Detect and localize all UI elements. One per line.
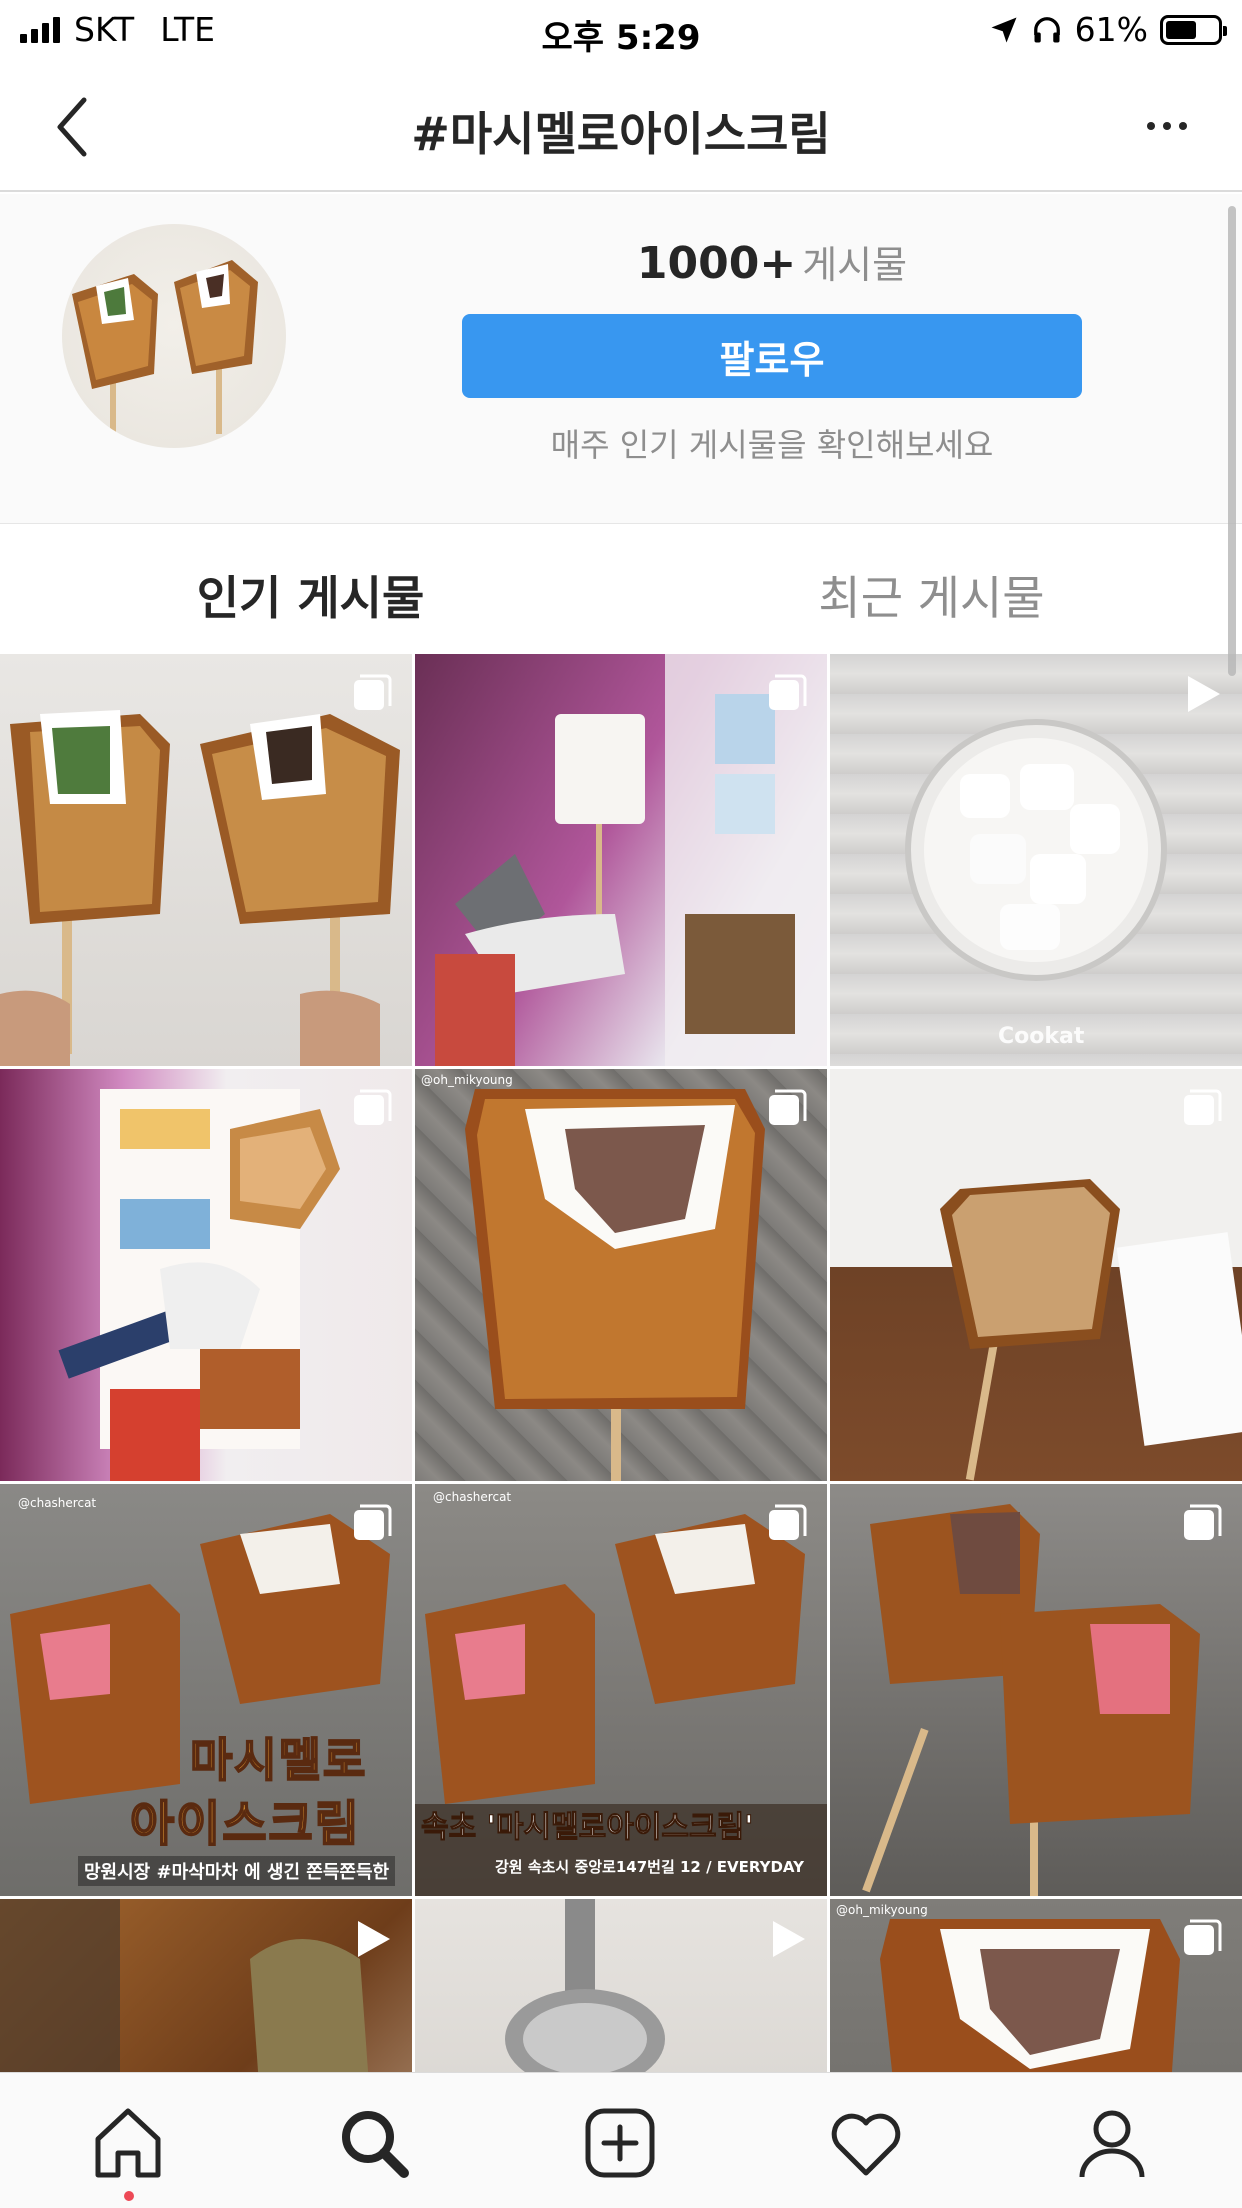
profile-icon[interactable] <box>1072 2103 1152 2183</box>
battery-icon <box>1160 14 1227 45</box>
post-tabs: 인기 게시물 최근 게시물 <box>0 524 1242 654</box>
video-icon <box>773 1921 805 1957</box>
status-right: 61% <box>989 10 1227 49</box>
multiple-icon <box>354 674 392 710</box>
new-post-icon[interactable] <box>580 2103 660 2183</box>
watermark: @oh_mikyoung <box>836 1903 928 1917</box>
post-caption-title: 속초 '마시멜로아이스크림' <box>420 1810 754 1846</box>
post-thumbnail[interactable]: @oh_mikyoung <box>830 1899 1242 2072</box>
post-thumbnail[interactable]: @oh_mikyoung <box>415 1069 827 1481</box>
tab-recent-posts[interactable]: 최근 게시물 <box>621 524 1242 654</box>
post-thumbnail[interactable] <box>830 1069 1242 1481</box>
multiple-icon <box>769 674 807 710</box>
watermark: Cookat <box>998 1024 1085 1049</box>
multiple-icon <box>1184 1919 1222 1955</box>
home-icon[interactable] <box>88 2103 168 2183</box>
notification-dot <box>124 2191 134 2201</box>
multiple-icon <box>354 1504 392 1540</box>
tab-top-posts[interactable]: 인기 게시물 <box>0 524 621 654</box>
post-caption-sub: 강원 속초시 중앙로147번길 12 / EVERYDAY <box>495 1858 804 1876</box>
multiple-icon <box>1184 1504 1222 1540</box>
watermark: @chashercat <box>433 1490 512 1504</box>
battery-percent: 61% <box>1074 10 1148 49</box>
post-count-value: 1000+ <box>636 238 797 289</box>
hashtag-avatar <box>62 224 286 448</box>
headphones-icon <box>1033 16 1060 42</box>
scrollbar[interactable] <box>1228 206 1236 676</box>
post-thumbnail[interactable] <box>830 1484 1242 1896</box>
post-thumbnail[interactable]: Cookat <box>830 654 1242 1066</box>
bottom-tab-bar <box>0 2072 1242 2208</box>
location-icon <box>991 17 1017 42</box>
post-count-label: 게시물 <box>802 243 908 287</box>
multiple-icon <box>769 1504 807 1540</box>
multiple-icon <box>1184 1089 1222 1125</box>
watermark: @chashercat <box>18 1496 97 1510</box>
post-thumbnail[interactable]: @chashercat 속초 '마시멜로아이스크림' 강원 속초시 중앙로147… <box>415 1484 827 1896</box>
video-icon <box>358 1921 390 1957</box>
hashtag-header: 1000+ 게시물 팔로우 매주 인기 게시물을 확인해보세요 <box>0 194 1242 524</box>
post-grid: Cookat @oh_mikyoung @chashercat 마시멜로 아이스… <box>0 654 1242 2072</box>
video-icon <box>1188 676 1220 712</box>
status-bar: SKT LTE 오후 5:29 61% <box>0 0 1242 62</box>
post-thumbnail[interactable] <box>0 1069 412 1481</box>
more-options-icon[interactable] <box>1132 106 1202 146</box>
post-thumbnail[interactable]: @chashercat 마시멜로 아이스크림 망원시장 #마삭마차 에 생긴 쫀… <box>0 1484 412 1896</box>
navigation-bar: #마시멜로아이스크림 <box>0 62 1242 192</box>
search-icon[interactable] <box>334 2103 414 2183</box>
post-thumbnail[interactable] <box>0 1899 412 2072</box>
post-thumbnail[interactable] <box>415 654 827 1066</box>
multiple-icon <box>769 1089 807 1125</box>
post-thumbnail[interactable] <box>0 654 412 1066</box>
page-title: #마시멜로아이스크림 <box>411 107 831 161</box>
post-count: 1000+ 게시물 <box>462 234 1082 289</box>
post-caption-sub: 망원시장 #마삭마차 에 생긴 쫀득쫀득한 <box>78 1856 396 1886</box>
watermark: @oh_mikyoung <box>421 1073 513 1087</box>
activity-heart-icon[interactable] <box>826 2103 906 2183</box>
weekly-hint: 매주 인기 게시물을 확인해보세요 <box>550 426 994 464</box>
post-thumbnail[interactable] <box>415 1899 827 2072</box>
multiple-icon <box>354 1089 392 1125</box>
post-caption-title: 마시멜로 <box>189 1732 368 1788</box>
follow-button[interactable]: 팔로우 <box>462 314 1082 398</box>
post-caption-title: 아이스크림 <box>129 1795 361 1853</box>
